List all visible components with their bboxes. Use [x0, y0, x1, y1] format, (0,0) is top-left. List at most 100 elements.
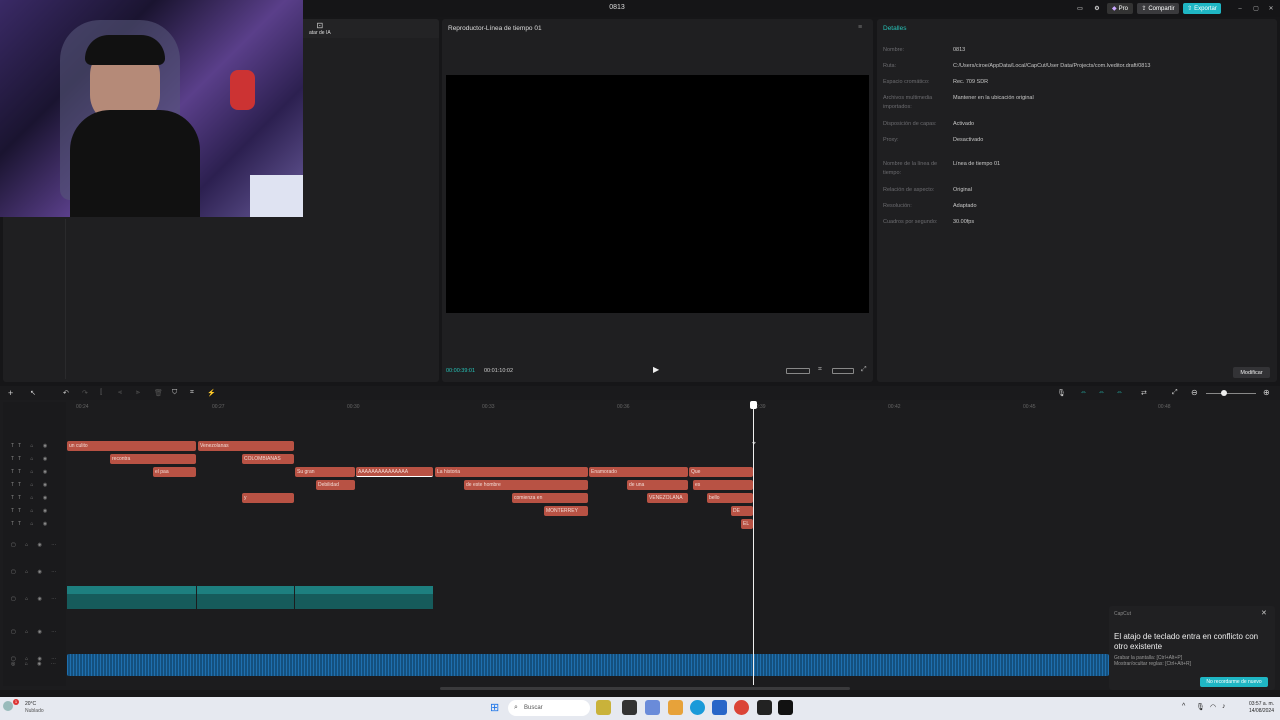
settings-icon[interactable]: ⚙ [1092, 3, 1102, 14]
preview-screen[interactable] [446, 75, 869, 313]
microphone-icon[interactable]: 🎙 [1057, 389, 1066, 397]
quality-button[interactable] [832, 368, 854, 374]
video-clip[interactable]: verga de este hombre esta en su limit_mc… [67, 586, 196, 609]
task-view-icon[interactable] [622, 700, 637, 715]
close-button[interactable]: ✕ [1266, 3, 1276, 14]
person-shirt [70, 110, 200, 217]
volume-icon[interactable]: ♪ [1222, 703, 1226, 710]
wifi-icon[interactable]: ◠ [1210, 703, 1216, 711]
timeline-toolbar: + ↖ ↶ ↷ ⫿ ⫷ ⫸ 🗑 ⛉ ⌗ ⚡ 🎙 ⇔ ⇔ ⇔ ⇄ ⤢ ⊖ ⊕ [0, 386, 1280, 400]
windows-start-icon[interactable]: ⊞ [490, 701, 499, 714]
zoom-in-icon[interactable]: ⊕ [1263, 388, 1270, 397]
track-header-text[interactable]: TT ⌂ ◉ [11, 456, 51, 462]
track-header-empty[interactable]: ▢ ⌂ ◉ ⋯ [11, 569, 60, 575]
text-clip[interactable]: Su gran [295, 467, 355, 477]
play-icon[interactable]: ▶ [653, 365, 659, 374]
text-clip[interactable]: Enamorado [589, 467, 688, 477]
text-clip[interactable]: COLOMBIANAS [242, 454, 294, 464]
track-header-text[interactable]: TT ⌂ ◉ [11, 495, 51, 501]
text-clip[interactable]: de una [627, 480, 688, 490]
text-clip[interactable]: el paa [153, 467, 196, 477]
link-clips-icon[interactable]: ⇔ [1080, 389, 1087, 396]
track-header-video[interactable]: ▢ ⌂ ◉ ⋯ [11, 596, 60, 602]
file-explorer-icon[interactable] [668, 700, 683, 715]
modify-button[interactable]: Modificar [1233, 367, 1270, 378]
text-clip[interactable]: Venezolanas [198, 441, 294, 451]
export-button[interactable]: ⇧ Exportar [1183, 3, 1221, 14]
chrome-icon[interactable] [734, 700, 749, 715]
menu-icon[interactable]: ≡ [858, 24, 862, 31]
crop-tool-icon[interactable]: ⌗ [190, 389, 194, 397]
track-header-text[interactable]: TT ⌂ ◉ [11, 521, 51, 527]
text-clip[interactable]: DE [731, 506, 753, 516]
text-clip[interactable]: de este hombre [464, 480, 588, 490]
toast-close-icon[interactable]: ✕ [1261, 609, 1267, 617]
track-header-audio[interactable]: ◎ ⌂ ◉ ⋯ [11, 661, 60, 667]
text-clip[interactable]: recontra [110, 454, 196, 464]
text-clip[interactable]: bello [707, 493, 753, 503]
text-clip[interactable]: Debilidad [316, 480, 355, 490]
text-clip[interactable]: es [693, 480, 753, 490]
clock-date[interactable]: 14/08/2024 [1238, 708, 1274, 714]
track-header-text[interactable]: TT ⌂ ◉ [11, 469, 51, 475]
snap-icon[interactable]: ⇔ [1116, 389, 1123, 396]
track-header-text[interactable]: TT ⌂ ◉ [11, 482, 51, 488]
track-header-empty[interactable]: ▢ ⌂ ◉ ⋯ [11, 542, 60, 548]
weather-icon[interactable] [3, 701, 13, 711]
text-clip[interactable]: y [242, 493, 294, 503]
dont-remind-button[interactable]: No recordarme de nuevo [1200, 677, 1268, 687]
delete-icon[interactable]: 🗑 [154, 389, 163, 397]
maximize-button[interactable]: ▢ [1251, 3, 1261, 14]
toast-title: El atajo de teclado entra en conflicto c… [1114, 632, 1259, 651]
video-clip[interactable]: La verga de este hombre esta en su limit [197, 586, 294, 609]
minimize-button[interactable]: – [1235, 3, 1245, 14]
fit-icon[interactable]: ⤢ [1172, 389, 1178, 397]
tray-mic-icon[interactable]: 🎙 [1196, 703, 1205, 711]
audio-waveform-clip[interactable] [67, 654, 1109, 676]
zoom-slider[interactable] [1206, 393, 1256, 394]
tray-chevron-icon[interactable]: ^ [1182, 703, 1185, 710]
text-clip[interactable]: Que [689, 467, 753, 477]
zoom-slider-handle[interactable] [1221, 390, 1227, 396]
text-clip[interactable]: comienza en [512, 493, 588, 503]
split-right-icon[interactable]: ⫸ [136, 389, 140, 397]
widgets-icon[interactable] [596, 700, 611, 715]
fullscreen-icon[interactable]: ⤢ [861, 366, 867, 374]
undo-icon[interactable]: ↶ [63, 389, 69, 397]
preview-axis-icon[interactable]: ⇄ [1141, 389, 1147, 397]
text-clip-selected[interactable]: AAAAAAAAAAAAAAA [356, 467, 433, 477]
timeline-scrollbar[interactable] [440, 687, 850, 690]
app-icon[interactable] [645, 700, 660, 715]
edge-icon[interactable] [690, 700, 705, 715]
store-icon[interactable] [712, 700, 727, 715]
crop-icon[interactable]: ⌗ [818, 366, 822, 374]
track-header-empty[interactable]: ▢ ⌂ ◉ ⋯ [11, 629, 60, 635]
magnet-icon[interactable]: ⇔ [1098, 389, 1105, 396]
split-left-icon[interactable]: ⫷ [118, 389, 122, 397]
clock-time[interactable]: 03:57 a. m. [1238, 701, 1274, 707]
playhead-handle[interactable] [750, 401, 757, 409]
track-header-text[interactable]: TT ⌂ ◉ [11, 443, 51, 449]
taskbar-search[interactable]: ⌕ Buscar [508, 700, 590, 716]
redo-icon[interactable]: ↷ [82, 389, 88, 397]
zoom-out-icon[interactable]: ⊖ [1191, 388, 1198, 397]
add-icon[interactable]: + [8, 388, 13, 398]
video-clip[interactable]: La verga de este hombre esta en su limit… [295, 586, 433, 609]
capcut-icon[interactable] [778, 700, 793, 715]
track-header-text[interactable]: TT ⌂ ◉ [11, 508, 51, 514]
text-clip[interactable]: VENEZOLANA [647, 493, 688, 503]
magic-icon[interactable]: ⚡ [207, 389, 216, 397]
tab-ai[interactable]: ⊡ atar de IA [309, 21, 331, 36]
ratio-button[interactable] [786, 368, 810, 374]
text-clip[interactable]: EL [741, 519, 753, 529]
select-tool-icon[interactable]: ↖ [30, 389, 36, 397]
text-clip[interactable]: La historia [435, 467, 588, 477]
text-clip[interactable]: un culito [67, 441, 196, 451]
share-button[interactable]: ⇪ Compartir [1137, 3, 1179, 14]
pro-button[interactable]: ◆ Pro [1107, 3, 1133, 14]
split-icon[interactable]: ⫿ [100, 389, 102, 397]
text-clip[interactable]: MONTERREY [544, 506, 588, 516]
layout-icon[interactable]: ▭ [1073, 3, 1087, 14]
shield-icon[interactable]: ⛉ [172, 389, 177, 397]
obs-icon[interactable] [757, 700, 772, 715]
